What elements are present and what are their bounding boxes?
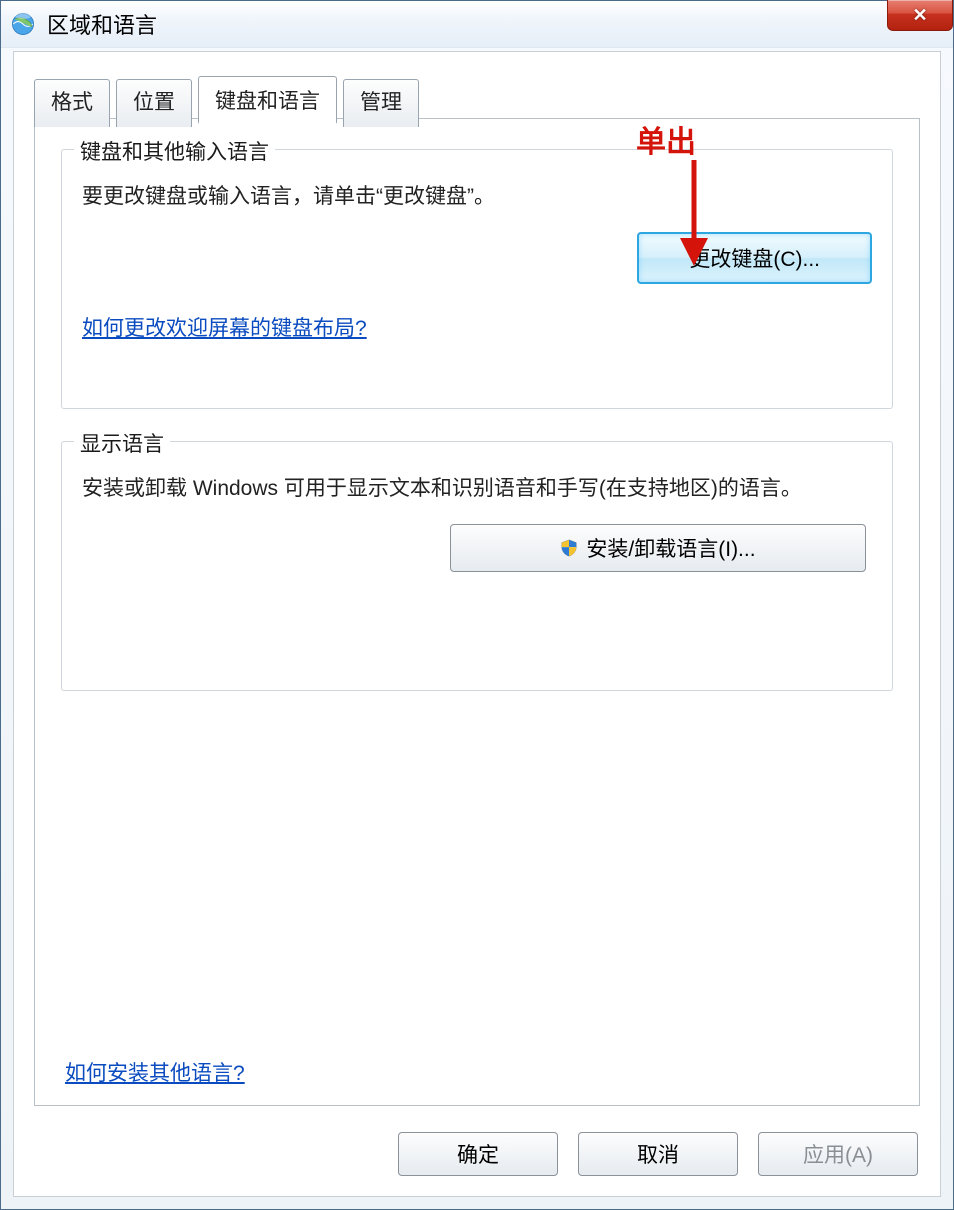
tab-content: 键盘和其他输入语言 要更改键盘或输入语言，请单击“更改键盘”。 更改键盘(C).… — [34, 118, 920, 1106]
keyboard-group-legend: 键盘和其他输入语言 — [74, 136, 275, 166]
display-language-group: 显示语言 安装或卸载 Windows 可用于显示文本和识别语音和手写(在支持地区… — [61, 441, 893, 691]
close-button[interactable]: ✕ — [887, 0, 953, 31]
change-keyboard-button[interactable]: 更改键盘(C)... — [637, 232, 872, 284]
titlebar: 区域和语言 ✕ — [1, 1, 953, 48]
tab-strip: 格式 位置 键盘和语言 管理 — [34, 76, 419, 124]
dialog-body: 格式 位置 键盘和语言 管理 单出 键盘和其他输入语言 要更改键盘或输入语言，请… — [13, 51, 941, 1197]
region-language-dialog: 区域和语言 ✕ 格式 位置 键盘和语言 管理 单出 键盘和其他输入语言 要更改键 — [0, 0, 954, 1210]
display-group-legend: 显示语言 — [74, 428, 170, 458]
tab-admin[interactable]: 管理 — [343, 79, 419, 127]
globe-icon — [9, 10, 37, 38]
close-icon: ✕ — [912, 5, 927, 26]
window-title: 区域和语言 — [47, 8, 157, 40]
install-uninstall-language-button[interactable]: 安装/卸载语言(I)... — [450, 524, 866, 572]
tab-keyboard-language[interactable]: 键盘和语言 — [198, 76, 337, 124]
tab-format[interactable]: 格式 — [34, 79, 110, 127]
uac-shield-icon — [560, 539, 578, 557]
dialog-button-row: 确定 取消 应用(A) — [398, 1132, 918, 1176]
display-group-desc: 安装或卸载 Windows 可用于显示文本和识别语音和手写(在支持地区)的语言。 — [82, 472, 872, 506]
ok-button[interactable]: 确定 — [398, 1132, 558, 1176]
welcome-keyboard-layout-link[interactable]: 如何更改欢迎屏幕的键盘布局? — [82, 317, 367, 340]
keyboard-group-desc: 要更改键盘或输入语言，请单击“更改键盘”。 — [82, 180, 872, 214]
install-uninstall-language-label: 安装/卸载语言(I)... — [586, 533, 755, 563]
install-other-languages-link[interactable]: 如何安装其他语言? — [65, 1062, 245, 1085]
tab-location[interactable]: 位置 — [116, 79, 192, 127]
cancel-button[interactable]: 取消 — [578, 1132, 738, 1176]
apply-button[interactable]: 应用(A) — [758, 1132, 918, 1176]
keyboard-input-group: 键盘和其他输入语言 要更改键盘或输入语言，请单击“更改键盘”。 更改键盘(C).… — [61, 149, 893, 409]
